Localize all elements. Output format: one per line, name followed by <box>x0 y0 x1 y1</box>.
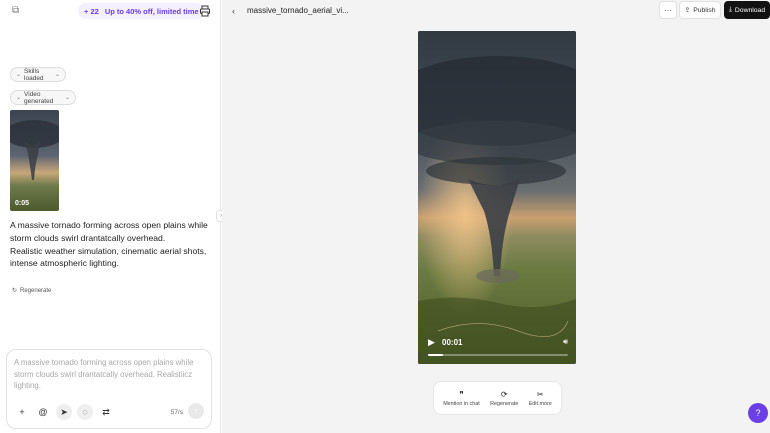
video-generated-label: Video generated <box>24 90 54 105</box>
chevron-down-icon: ⌄ <box>64 95 70 101</box>
download-button[interactable]: ⤓ Download <box>724 1 770 19</box>
mention-in-chat-label: Mention in chat <box>443 400 480 407</box>
progress-fill <box>428 354 444 356</box>
refresh-icon: ↻ <box>12 288 18 294</box>
regenerate-action-label: Regenerate <box>490 400 519 407</box>
chevron-down-icon: ⌄ <box>54 72 60 78</box>
chevron-down-icon: ⌄ <box>16 95 22 101</box>
scissors-icon: ✂ <box>536 389 544 399</box>
quote-icon: ❞ <box>459 389 464 399</box>
message-composer[interactable]: A massive tornado forming across open pl… <box>6 349 212 429</box>
regenerate-button[interactable]: ⟳ Regenerate <box>490 390 518 407</box>
current-time: 00:01 <box>442 338 463 347</box>
edit-more-button[interactable]: ✂ Edit more <box>529 390 552 407</box>
progress-bar[interactable] <box>428 354 568 356</box>
prompt-line: intense atmospheric lighting. <box>10 258 119 269</box>
mention-in-chat-button[interactable]: ❞ Mention in chat <box>443 390 480 407</box>
video-generated-chip[interactable]: ⌄ Video generated ⌄ <box>10 90 76 105</box>
tornado-video-frame <box>418 31 576 364</box>
skills-loaded-label: Skills loaded <box>24 67 44 82</box>
regenerate-link[interactable]: ↻ Regenerate <box>12 287 52 295</box>
skills-loaded-chip[interactable]: ⌄ Skills loaded ⌄ <box>10 67 66 82</box>
swap-icon[interactable]: ⇄ <box>98 404 114 420</box>
back-arrow-icon[interactable]: ‹ <box>232 6 235 16</box>
video-thumbnail[interactable]: 0:05 <box>10 110 59 211</box>
download-icon: ⤓ <box>728 6 732 13</box>
prompt-message: A massive tornado forming across open pl… <box>10 219 215 270</box>
video-action-bar: ❞ Mention in chat ⟳ Regenerate ✂ Edit mo… <box>433 381 562 415</box>
regenerate-icon: ⟳ <box>500 389 508 399</box>
mention-icon[interactable]: @ <box>35 404 51 420</box>
download-label: Download <box>734 6 766 14</box>
composer-input[interactable]: A massive tornado forming across open pl… <box>14 357 204 392</box>
prompt-line: storm clouds swirl drantatcally overhead… <box>10 232 166 243</box>
help-icon[interactable]: ? <box>748 403 768 423</box>
chevron-down-icon: ⌄ <box>16 72 22 78</box>
edit-more-label: Edit more <box>528 400 552 407</box>
prompt-line: A massive tornado forming across open pl… <box>10 220 208 230</box>
thumbnail-duration: 0:05 <box>15 200 30 207</box>
promo-text: Up to 40% off, limited time <box>104 6 199 16</box>
volume-icon[interactable]: 🔊︎ <box>563 337 568 347</box>
composer-toolbar: + @ ➤ ◌ ⇄ <box>14 404 114 420</box>
credits-cost: 57/s <box>170 409 183 416</box>
image-icon[interactable]: ◌ <box>77 404 93 420</box>
more-options-button[interactable]: ··· <box>659 1 677 19</box>
credits-badge: + 22 <box>84 6 99 16</box>
share-icon: ⇪ <box>684 7 691 14</box>
video-player[interactable]: ▶ 00:01 🔊︎ <box>418 31 576 364</box>
file-name-title: massive_tornado_aerial_vi... <box>247 6 349 15</box>
regenerate-label: Regenerate <box>20 287 52 294</box>
preview-workspace: ‹ massive_tornado_aerial_vi... ··· ⇪ Pub… <box>222 0 770 433</box>
sidebar-toggle-icon[interactable]: ⧉ <box>12 5 24 17</box>
chat-panel: ⧉ + 22 Up to 40% off, limited time ⌄ Ski… <box>0 0 226 433</box>
prompt-line: Realistic weather simulation, cinematic … <box>10 245 207 256</box>
publish-label: Publish <box>693 6 716 14</box>
add-icon[interactable]: + <box>14 404 30 420</box>
tornado-thumbnail-image <box>10 110 59 211</box>
player-controls: ▶ 00:01 🔊︎ <box>418 332 576 364</box>
cursor-icon[interactable]: ➤ <box>56 404 72 420</box>
chat-topbar: ⧉ + 22 Up to 40% off, limited time <box>0 0 221 24</box>
play-icon[interactable]: ▶ <box>428 337 435 348</box>
printer-icon[interactable] <box>199 5 211 17</box>
send-button[interactable]: ↑ <box>188 403 204 419</box>
publish-button[interactable]: ⇪ Publish <box>679 1 721 19</box>
promo-banner[interactable]: + 22 Up to 40% off, limited time <box>78 3 205 19</box>
